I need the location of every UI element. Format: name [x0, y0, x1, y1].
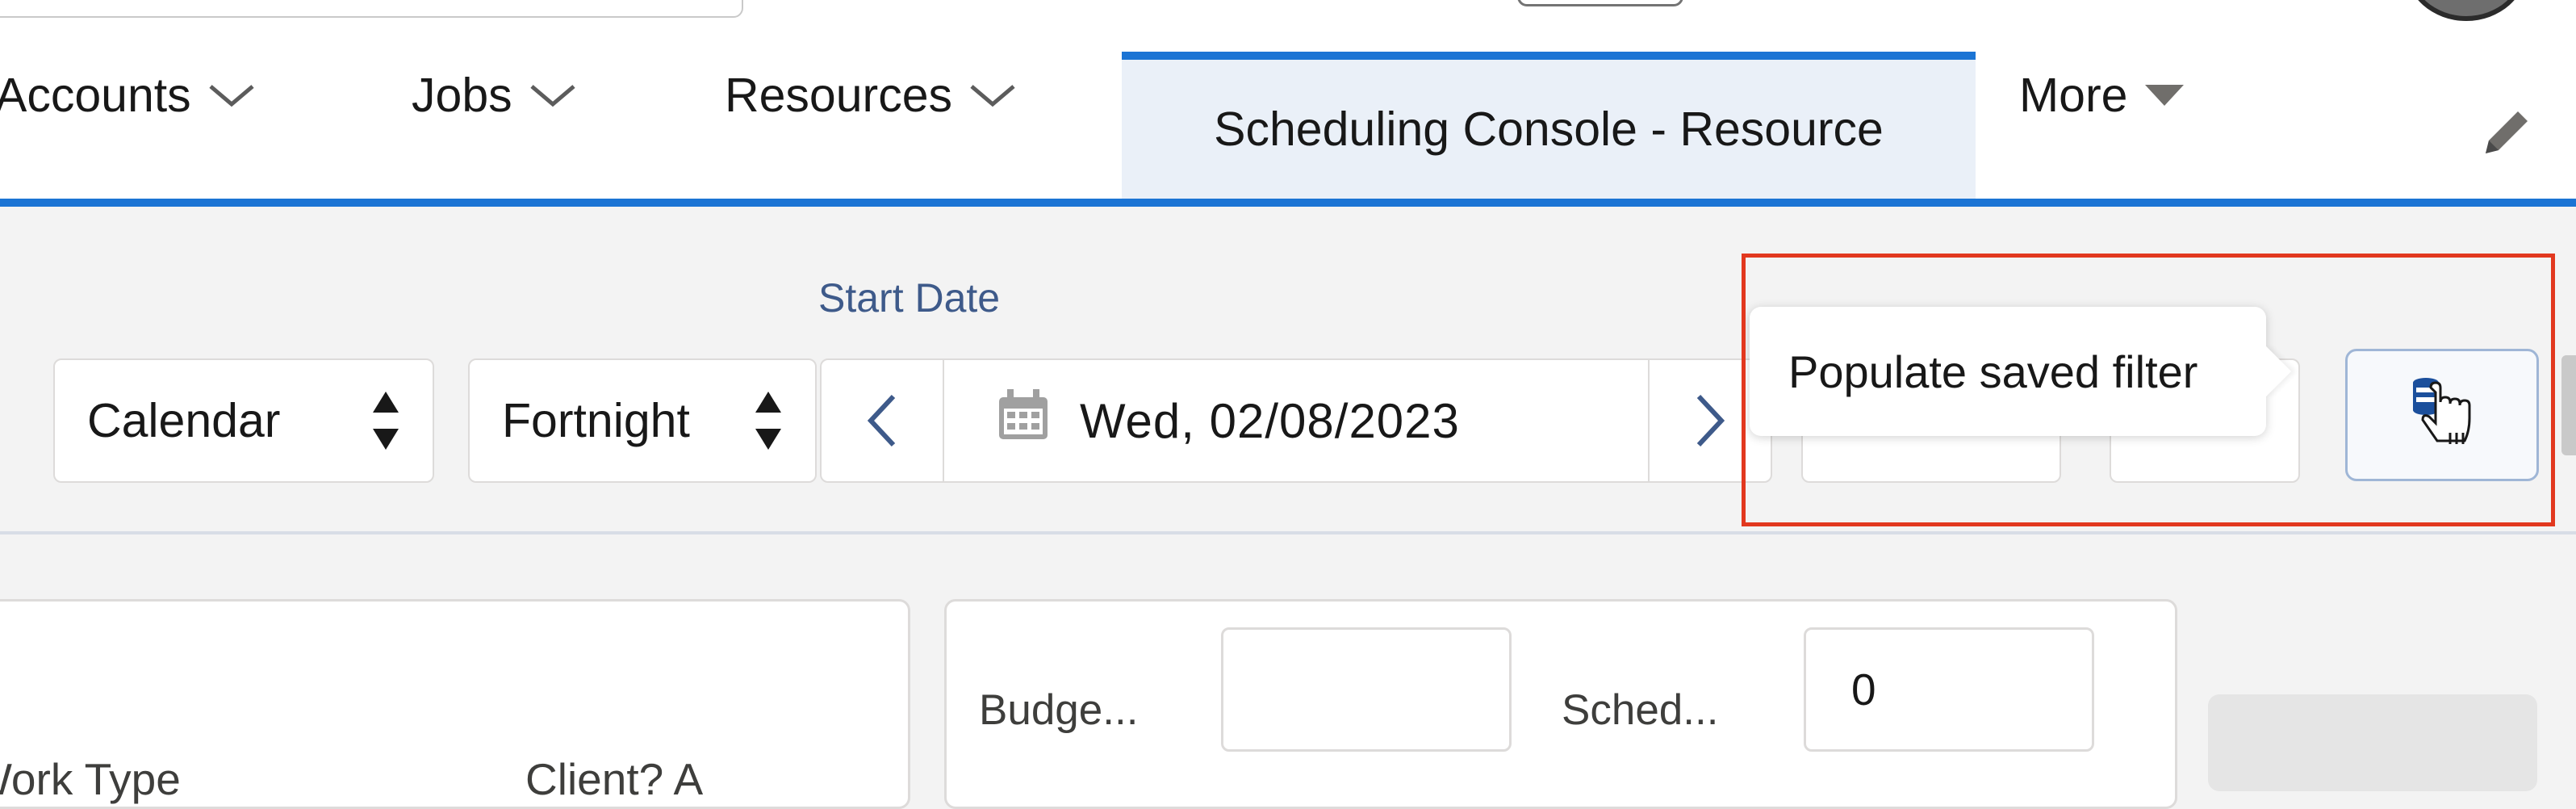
- sort-arrows-icon: [371, 388, 400, 453]
- period-select-value: Fortnight: [502, 394, 690, 447]
- app-header: Accounts Jobs Resources Scheduling Conso…: [0, 0, 2576, 200]
- chevron-down-icon[interactable]: [529, 82, 577, 109]
- avatar[interactable]: [2405, 0, 2528, 21]
- nav-underline: [0, 199, 2576, 207]
- tab-jobs-label: Jobs: [412, 69, 512, 122]
- tab-scheduling-console[interactable]: Scheduling Console - Resource: [1122, 52, 1976, 199]
- chevron-down-icon[interactable]: [207, 82, 256, 109]
- tab-more-label: More: [2019, 69, 2128, 122]
- tab-accounts-label: Accounts: [0, 69, 191, 122]
- start-date-picker[interactable]: Wed, 02/08/2023: [820, 358, 1772, 483]
- period-select[interactable]: Fortnight: [468, 358, 817, 483]
- scheduled-input[interactable]: 0: [1804, 627, 2094, 752]
- budget-label: Budge...: [979, 686, 1139, 734]
- start-date-label: Start Date: [818, 275, 1001, 321]
- budget-input[interactable]: [1221, 627, 1512, 752]
- global-search-input[interactable]: [0, 0, 743, 18]
- tab-resources-label: Resources: [725, 69, 953, 122]
- chevron-left-icon: [867, 394, 896, 447]
- start-date-field[interactable]: Wed, 02/08/2023: [944, 360, 1648, 481]
- header-toggle[interactable]: [1517, 0, 1683, 6]
- client-label: Client? A: [525, 754, 704, 804]
- view-select[interactable]: Calendar: [53, 358, 434, 483]
- work-type-panel: Work Type Client? A: [0, 599, 910, 809]
- view-select-value: Calendar: [87, 394, 281, 447]
- start-date-value: Wed, 02/08/2023: [1080, 393, 1460, 448]
- calendar-icon: [996, 388, 1051, 454]
- chevron-right-icon: [1696, 394, 1725, 447]
- confirm-button[interactable]: [2208, 694, 2537, 791]
- highlight-box: [1742, 254, 2555, 526]
- budget-panel: Budge... Sched... 0: [944, 599, 2177, 809]
- tab-accounts[interactable]: Accounts: [0, 63, 256, 128]
- scheduled-label: Sched...: [1562, 686, 1719, 734]
- chevron-down-icon[interactable]: [968, 82, 1017, 109]
- previous-date-button[interactable]: [822, 360, 944, 481]
- caret-down-icon[interactable]: [2143, 83, 2185, 107]
- pencil-icon[interactable]: [2478, 103, 2536, 166]
- tab-more[interactable]: More: [2019, 63, 2185, 128]
- tab-scheduling-console-label: Scheduling Console - Resource: [1214, 103, 1884, 156]
- tab-jobs[interactable]: Jobs: [412, 63, 577, 128]
- toolbar-divider: [0, 531, 2576, 534]
- scroll-edge: [2561, 355, 2576, 455]
- sort-arrows-icon: [754, 388, 783, 453]
- tab-resources[interactable]: Resources: [725, 63, 1017, 128]
- work-type-label: Work Type: [0, 754, 181, 804]
